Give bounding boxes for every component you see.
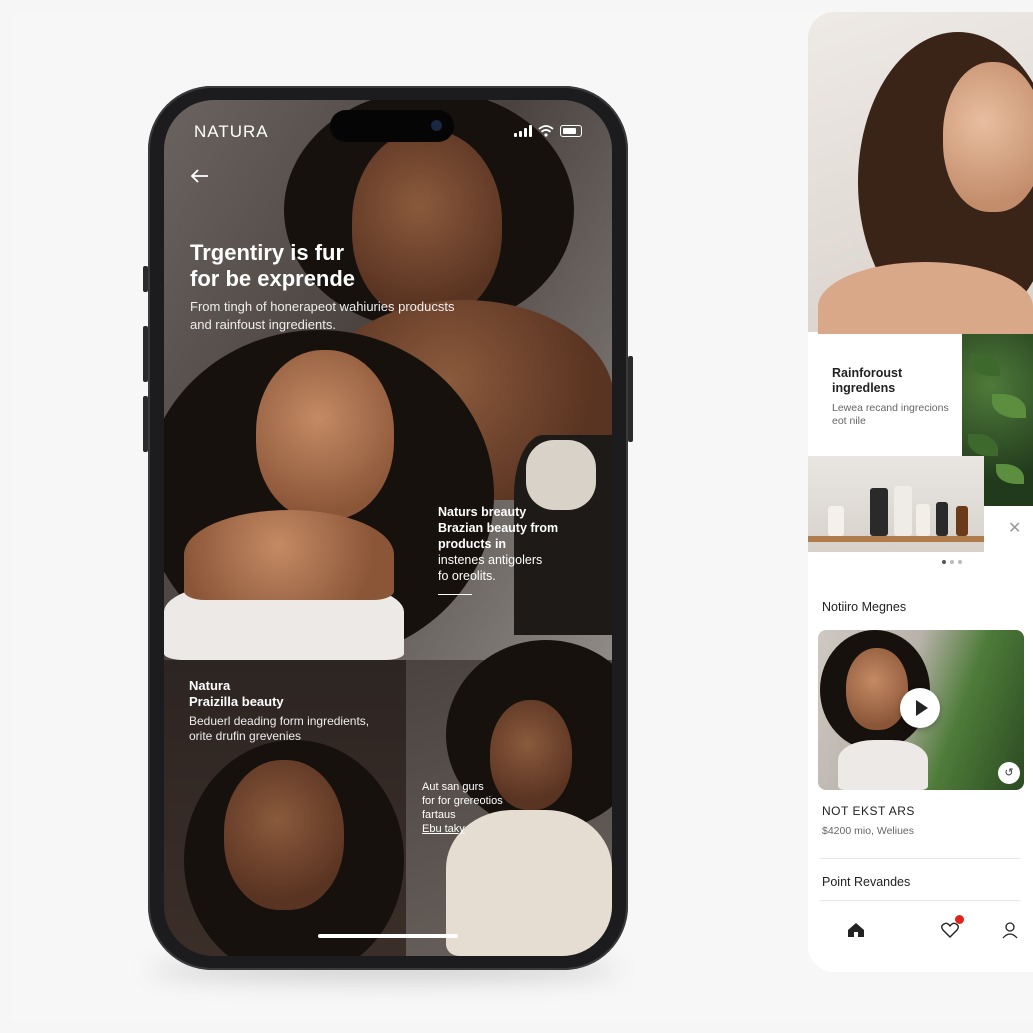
user-icon (1002, 921, 1018, 938)
bottom-right-line2: for for grereotios (422, 795, 503, 807)
bottom-left-sub2: orite drufin grevenies (189, 729, 302, 743)
back-arrow-icon[interactable] (190, 164, 210, 190)
wifi-icon (538, 125, 554, 137)
bottom-left-sub1: Beduerl deading form ingredients, (189, 714, 370, 728)
right-app-screen: Rainforoust ingredlens Lewea recand ingr… (808, 12, 1033, 972)
overlay-line5: fo oreolits. (438, 569, 496, 583)
hero-title: Trgentiry is fur for be exprende (190, 240, 490, 292)
ingredients-title: Rainforoust ingredlens (832, 366, 952, 396)
bottom-left-title: Natura Praizilla beauty (189, 678, 389, 710)
video-section-title: Notiiro Megnes (822, 600, 907, 614)
video-item-price: $4200 mio, Weliues (822, 825, 915, 837)
bottom-section-title: Point Revandes (822, 875, 911, 889)
close-icon[interactable]: ✕ (1008, 518, 1021, 538)
notification-badge (955, 915, 964, 924)
tab-favorites[interactable] (938, 915, 964, 942)
hero-subtitle-line1: From tingh of honerapeot wahiuries produ… (190, 299, 455, 314)
ingredients-title2: ingredlens (832, 381, 896, 395)
sound-icon[interactable]: ↺ (998, 762, 1020, 784)
ingredients-sub2: eot nile (832, 415, 866, 427)
overlay-line4: instenes antigolers (438, 553, 543, 567)
bottom-left-subtitle: Beduerl deading form ingredients, orite … (189, 714, 399, 744)
volume-up-button (143, 326, 148, 382)
mute-switch (143, 266, 148, 292)
ingredients-title1: Rainforoust (832, 366, 903, 380)
tab-bar (808, 912, 1033, 952)
ingredients-subtitle: Lewea recand ingrecions eot nile (832, 402, 957, 428)
bottom-right-text: Aut san gurs for for grereotios fartaus … (422, 780, 532, 836)
product-overlay-text[interactable]: Naturs breauty Brazian beauty from produ… (438, 504, 598, 595)
video-card[interactable]: ↺ (818, 630, 1024, 790)
model-hero-photo (808, 12, 1033, 352)
hero-title-line2: for be exprende (190, 266, 356, 291)
power-button (628, 356, 633, 442)
hero-title-line1: Trgentiry is fur (190, 240, 345, 265)
bottom-right-link[interactable]: Ebu taky (422, 822, 532, 836)
product-shelf-image[interactable] (808, 456, 984, 552)
bottom-left-title1: Natura (189, 678, 231, 693)
divider (820, 858, 1020, 859)
volume-down-button (143, 396, 148, 452)
play-button[interactable] (900, 688, 940, 728)
status-icons (514, 125, 582, 137)
heart-icon (941, 922, 959, 938)
overlay-title3: products in (438, 537, 507, 551)
video-item-name[interactable]: NOT EKST ARS (822, 804, 915, 818)
overlay-title1: Naturs breauty (438, 505, 527, 519)
battery-icon (560, 125, 582, 137)
tab-home[interactable] (844, 918, 868, 942)
divider (820, 900, 1020, 901)
bottom-right-line1: Aut san gurs (422, 781, 484, 793)
phone-screen: NATURA Trgentiry is fur for be exprende (164, 100, 612, 956)
bottom-left-title2: Praizilla beauty (189, 694, 284, 709)
signal-icon (514, 125, 532, 137)
home-icon (848, 923, 864, 937)
dynamic-island (330, 110, 454, 142)
overlay-title2: Brazian beauty from (438, 521, 559, 535)
home-indicator[interactable] (318, 934, 458, 938)
ingredients-sub1: Lewea recand ingrecions (832, 402, 949, 414)
carousel-dots[interactable] (942, 560, 962, 564)
bottom-right-line3: fartaus (422, 809, 456, 821)
hero-subtitle-line2: and rainfoust ingredients. (190, 317, 336, 332)
overlay-divider (438, 594, 472, 595)
brand-logo: NATURA (194, 122, 269, 141)
phone-frame: NATURA Trgentiry is fur for be exprende (143, 86, 633, 970)
tab-profile[interactable] (998, 918, 1022, 942)
hero-subtitle: From tingh of honerapeot wahiuries produ… (190, 298, 510, 334)
